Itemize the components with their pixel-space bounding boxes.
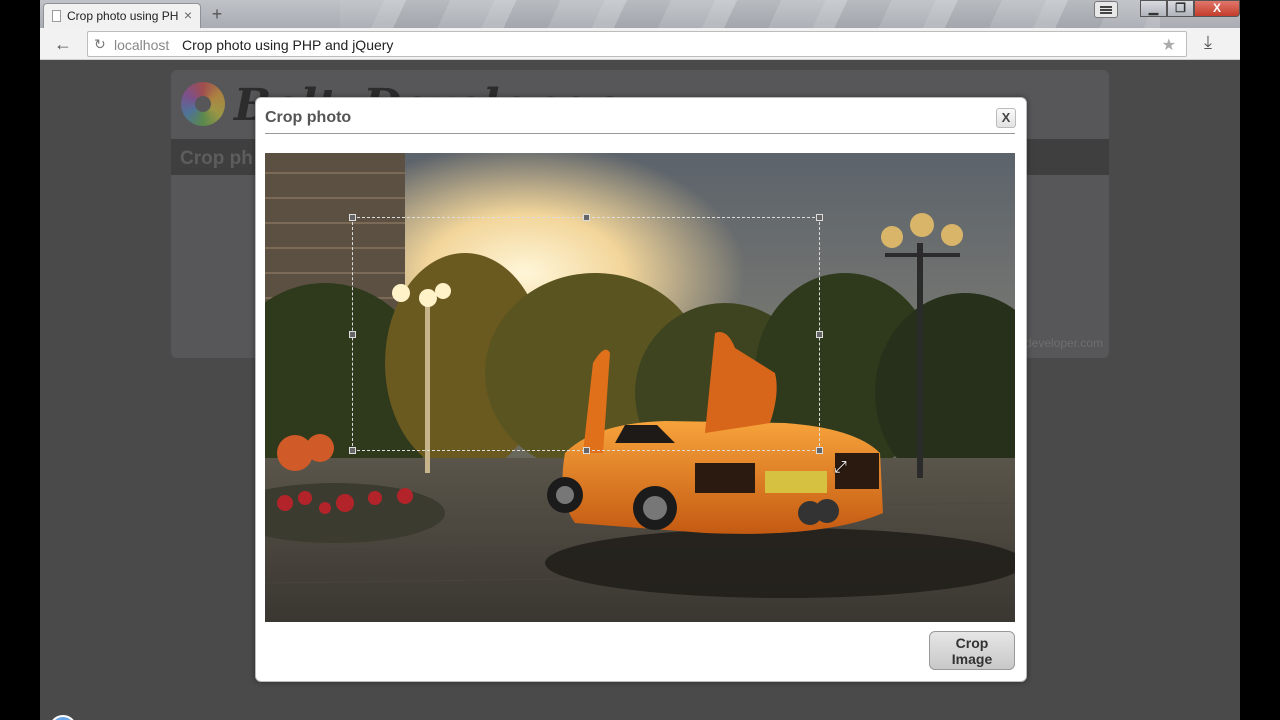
tab-title: Crop photo using PHP <box>67 9 179 23</box>
tab-close-button[interactable]: × <box>184 7 192 23</box>
crop-handle-w[interactable] <box>349 331 356 338</box>
taskbar-icon[interactable] <box>49 715 77 720</box>
crop-handle-s[interactable] <box>583 447 590 454</box>
crop-handle-se[interactable] <box>816 447 823 454</box>
crop-handle-ne[interactable] <box>816 214 823 221</box>
modal-close-button[interactable]: X <box>996 108 1016 128</box>
browser-tab[interactable]: Crop photo using PHP × <box>43 3 201 28</box>
crop-handle-nw[interactable] <box>349 214 356 221</box>
crop-handle-n[interactable] <box>583 214 590 221</box>
minimize-button[interactable]: ▁ <box>1140 0 1167 17</box>
address-bar[interactable]: ↻ localhost Crop photo using PHP and jQu… <box>87 31 1187 57</box>
reload-icon[interactable]: ↻ <box>94 36 106 53</box>
menu-icon[interactable] <box>1094 1 1118 18</box>
page-icon <box>52 10 61 22</box>
modal-title: Crop photo <box>265 109 352 126</box>
star-icon[interactable]: ★ <box>1162 35 1176 55</box>
browser-window: Crop photo using PHP × + ▁ ❐ X ← ↻ local… <box>40 0 1240 720</box>
window-controls: ▁ ❐ X <box>1140 0 1240 20</box>
modal-divider <box>265 133 1015 134</box>
crop-selection[interactable] <box>349 214 823 454</box>
crop-handle-e[interactable] <box>816 331 823 338</box>
maximize-button[interactable]: ❐ <box>1167 0 1194 17</box>
url-path: Crop photo using PHP and jQuery <box>182 37 394 53</box>
download-icon[interactable]: ⤓ <box>1204 32 1212 53</box>
crop-handle-sw[interactable] <box>349 447 356 454</box>
page-heading: Crop ph <box>180 148 253 169</box>
logo-icon <box>181 82 225 126</box>
url-host: localhost <box>114 37 170 53</box>
window-close-button[interactable]: X <box>1194 0 1240 17</box>
address-toolbar: ← ↻ localhost Crop photo using PHP and j… <box>40 28 1240 60</box>
crop-image-button[interactable]: Crop Image <box>929 631 1015 670</box>
crop-photo-modal: Crop photo X ⤢ Crop Image <box>255 97 1027 682</box>
footer-credit: developer.com <box>1025 336 1104 350</box>
photo-canvas[interactable]: ⤢ <box>265 153 1015 622</box>
new-tab-button[interactable]: + <box>206 4 228 24</box>
back-arrow-icon[interactable]: ← <box>52 33 74 55</box>
resize-cursor-icon: ⤢ <box>834 459 847 476</box>
